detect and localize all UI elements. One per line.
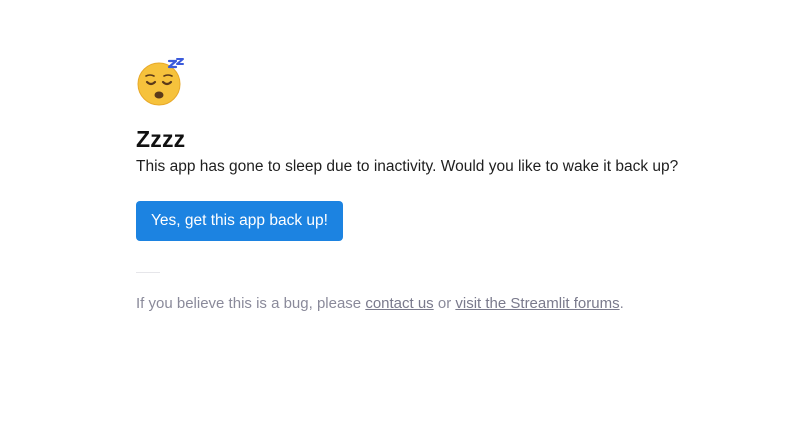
divider: [136, 272, 160, 273]
wake-app-button[interactable]: Yes, get this app back up!: [136, 201, 343, 241]
sleeping-face-icon: [137, 58, 184, 106]
footer-note: If you believe this is a bug, please con…: [136, 293, 736, 315]
page-title: Zzzz: [136, 126, 186, 152]
footer-middle: or: [433, 295, 456, 312]
sleep-page: Zzzz This app has gone to sleep due to i…: [0, 0, 787, 431]
footer-prefix: If you believe this is a bug, please: [136, 295, 366, 312]
contact-us-link[interactable]: contact us: [365, 295, 433, 312]
footer-suffix: .: [619, 295, 624, 312]
sleep-content: Zzzz This app has gone to sleep due to i…: [136, 58, 736, 330]
sleep-message: This app has gone to sleep due to inacti…: [136, 158, 679, 175]
streamlit-forums-link[interactable]: visit the Streamlit forums: [455, 295, 619, 312]
